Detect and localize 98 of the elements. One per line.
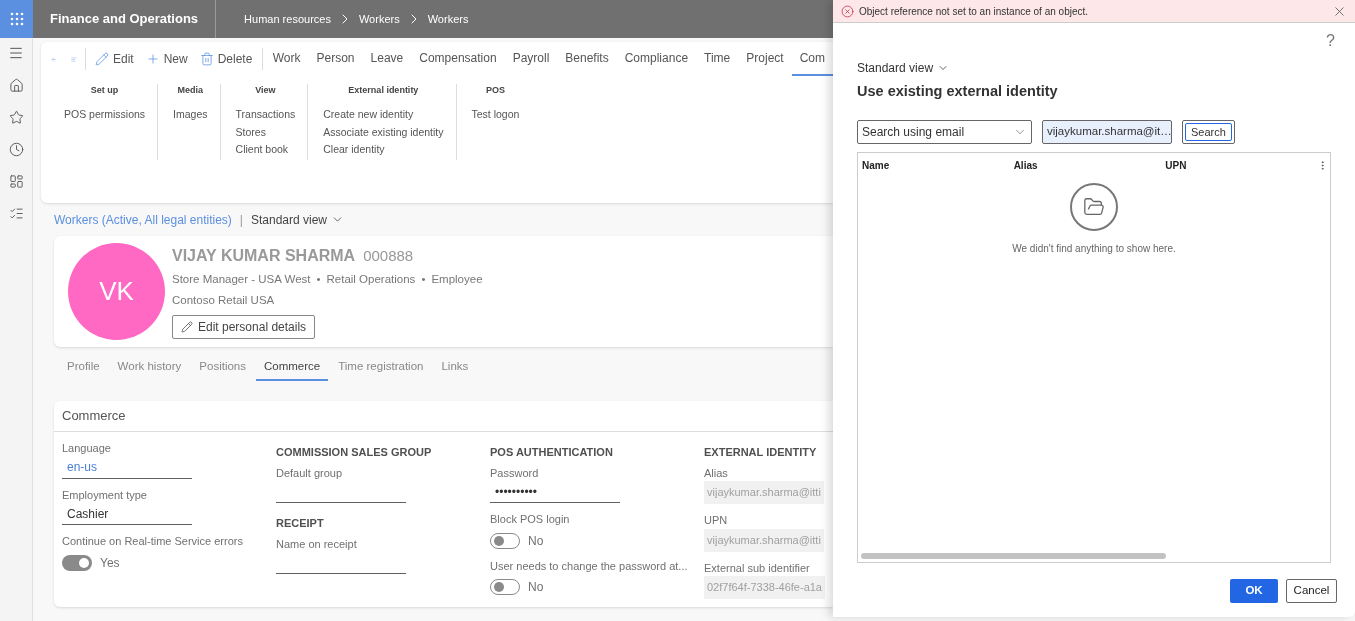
app-launcher-icon[interactable] bbox=[8, 11, 25, 27]
column-header[interactable]: UPN bbox=[1165, 158, 1317, 174]
input-field[interactable]: en-us bbox=[62, 456, 192, 479]
menu-item[interactable]: Transactions bbox=[235, 106, 296, 124]
worker-detail: Employee bbox=[431, 272, 483, 288]
menu-icon[interactable] bbox=[8, 45, 24, 61]
plus-icon bbox=[145, 52, 160, 66]
worker-name: VIJAY KUMAR SHARMA bbox=[172, 246, 356, 267]
clock-icon[interactable] bbox=[8, 142, 24, 157]
section-heading: RECEIPT bbox=[276, 516, 325, 531]
field-label: Alias bbox=[704, 465, 729, 481]
detail-tab[interactable]: Commerce bbox=[256, 355, 329, 381]
bullet-separator: • bbox=[421, 272, 426, 288]
list-icon[interactable] bbox=[8, 206, 24, 221]
workspace-icon[interactable] bbox=[8, 174, 24, 189]
menu-item[interactable]: Clear identity bbox=[323, 141, 385, 159]
action-tab[interactable]: Compliance bbox=[616, 42, 697, 76]
error-message: Object reference not set to an instance of an object. bbox=[859, 4, 1090, 19]
search-button[interactable]: Search bbox=[1182, 119, 1235, 144]
help-button[interactable]: ? bbox=[1326, 29, 1335, 53]
field-label: UPN bbox=[704, 513, 729, 528]
action-tab[interactable]: Benefits bbox=[557, 42, 617, 76]
trash-icon bbox=[199, 52, 214, 66]
action-tab[interactable]: Payroll bbox=[504, 42, 558, 76]
group-title: External identity bbox=[348, 84, 419, 97]
view-selector[interactable]: Standard view bbox=[250, 210, 344, 229]
toggle-switch[interactable] bbox=[62, 554, 92, 571]
detail-tab[interactable]: Work history bbox=[109, 355, 190, 381]
menu-item[interactable]: Create new identity bbox=[323, 106, 414, 124]
action-tab[interactable]: Leave bbox=[362, 42, 412, 76]
input-field[interactable]: •••••••••• bbox=[490, 481, 620, 503]
dialog-title: Use existing external identity bbox=[857, 82, 1059, 101]
menu-item[interactable]: Associate existing identity bbox=[323, 124, 444, 142]
input-field[interactable]: Cashier bbox=[62, 503, 192, 525]
pencil-icon bbox=[94, 52, 109, 66]
group-title: Media bbox=[177, 84, 204, 97]
pencil-icon bbox=[181, 320, 193, 333]
star-icon[interactable] bbox=[8, 110, 24, 125]
section-heading: POS AUTHENTICATION bbox=[490, 445, 614, 460]
horizontal-scrollbar[interactable] bbox=[861, 552, 1166, 559]
group-title: View bbox=[255, 84, 276, 97]
section-heading: COMMISSION SALES GROUP bbox=[276, 445, 433, 460]
column-header[interactable]: Alias bbox=[1013, 158, 1166, 174]
field-label: External sub identifier bbox=[704, 560, 811, 576]
empty-folder-icon bbox=[1070, 182, 1118, 231]
field-label: Password bbox=[490, 465, 540, 481]
menu-item[interactable]: Client book bbox=[235, 141, 289, 159]
field-label: Continue on Real-time Service errors bbox=[62, 534, 244, 549]
field-label: Name on receipt bbox=[276, 536, 358, 552]
home-icon[interactable] bbox=[8, 78, 24, 93]
empty-message: We didn't find anything to show here. bbox=[1012, 241, 1176, 256]
action-button[interactable]: Delete bbox=[195, 50, 257, 68]
worker-detail: Retail Operations bbox=[326, 272, 416, 288]
toggle-value: No bbox=[528, 532, 544, 550]
toggle-switch[interactable] bbox=[490, 579, 520, 595]
worker-detail: Store Manager - USA West bbox=[172, 272, 311, 288]
breadcrumb-link[interactable]: Human resources bbox=[244, 10, 331, 28]
separator-text: | bbox=[239, 211, 243, 229]
menu-item[interactable]: POS permissions bbox=[64, 106, 146, 124]
action-tab[interactable]: Project bbox=[738, 42, 792, 76]
card-title: Commerce bbox=[54, 401, 833, 432]
detail-tab[interactable]: Links bbox=[433, 355, 477, 381]
toggle-value: No bbox=[528, 579, 544, 596]
edit-personal-details-button[interactable]: Edit personal details bbox=[172, 314, 316, 339]
section-heading: EXTERNAL IDENTITY bbox=[704, 445, 818, 460]
action-tab[interactable]: Compensation bbox=[411, 42, 505, 76]
detail-tab[interactable]: Time registration bbox=[330, 355, 432, 381]
company-name: Contoso Retail USA bbox=[172, 292, 276, 308]
toggle-switch[interactable] bbox=[490, 532, 520, 549]
action-tab[interactable]: Person bbox=[308, 42, 363, 76]
view-selector[interactable]: Standard view bbox=[857, 59, 950, 77]
search-type-dropdown[interactable]: Search using email bbox=[857, 119, 1032, 144]
ok-button[interactable]: OK bbox=[1230, 578, 1278, 603]
menu-item[interactable]: Test logon bbox=[471, 106, 520, 124]
action-button[interactable]: New bbox=[141, 50, 192, 68]
action-button[interactable]: Edit bbox=[90, 50, 138, 68]
breadcrumb-link[interactable]: Workers bbox=[427, 10, 469, 28]
field-label: Employment type bbox=[62, 487, 148, 503]
action-tab[interactable]: Time bbox=[696, 42, 739, 76]
field-label: Language bbox=[62, 441, 112, 456]
field-label: Block POS login bbox=[490, 512, 571, 527]
group-title: Set up bbox=[90, 84, 119, 97]
error-icon bbox=[841, 4, 854, 18]
field-label: User needs to change the password at... bbox=[490, 558, 689, 574]
menu-item[interactable]: Stores bbox=[235, 124, 266, 142]
email-input-field[interactable]: vijaykumar.sharma@it… bbox=[1042, 119, 1172, 144]
menu-item[interactable]: Images bbox=[173, 106, 208, 124]
group-title: POS bbox=[485, 84, 505, 97]
worker-id: 000888 bbox=[363, 246, 414, 267]
action-tab[interactable]: Work bbox=[264, 42, 309, 76]
breadcrumb-link[interactable]: Workers bbox=[358, 10, 400, 28]
field-label: Default group bbox=[276, 465, 344, 481]
bullet-separator: • bbox=[316, 272, 321, 288]
avatar: VK bbox=[68, 243, 165, 340]
column-header[interactable]: Name bbox=[862, 158, 1014, 174]
app-title: Finance and Operations bbox=[50, 10, 199, 29]
toggle-value: Yes bbox=[100, 554, 120, 572]
cancel-button[interactable]: Cancel bbox=[1286, 578, 1337, 603]
